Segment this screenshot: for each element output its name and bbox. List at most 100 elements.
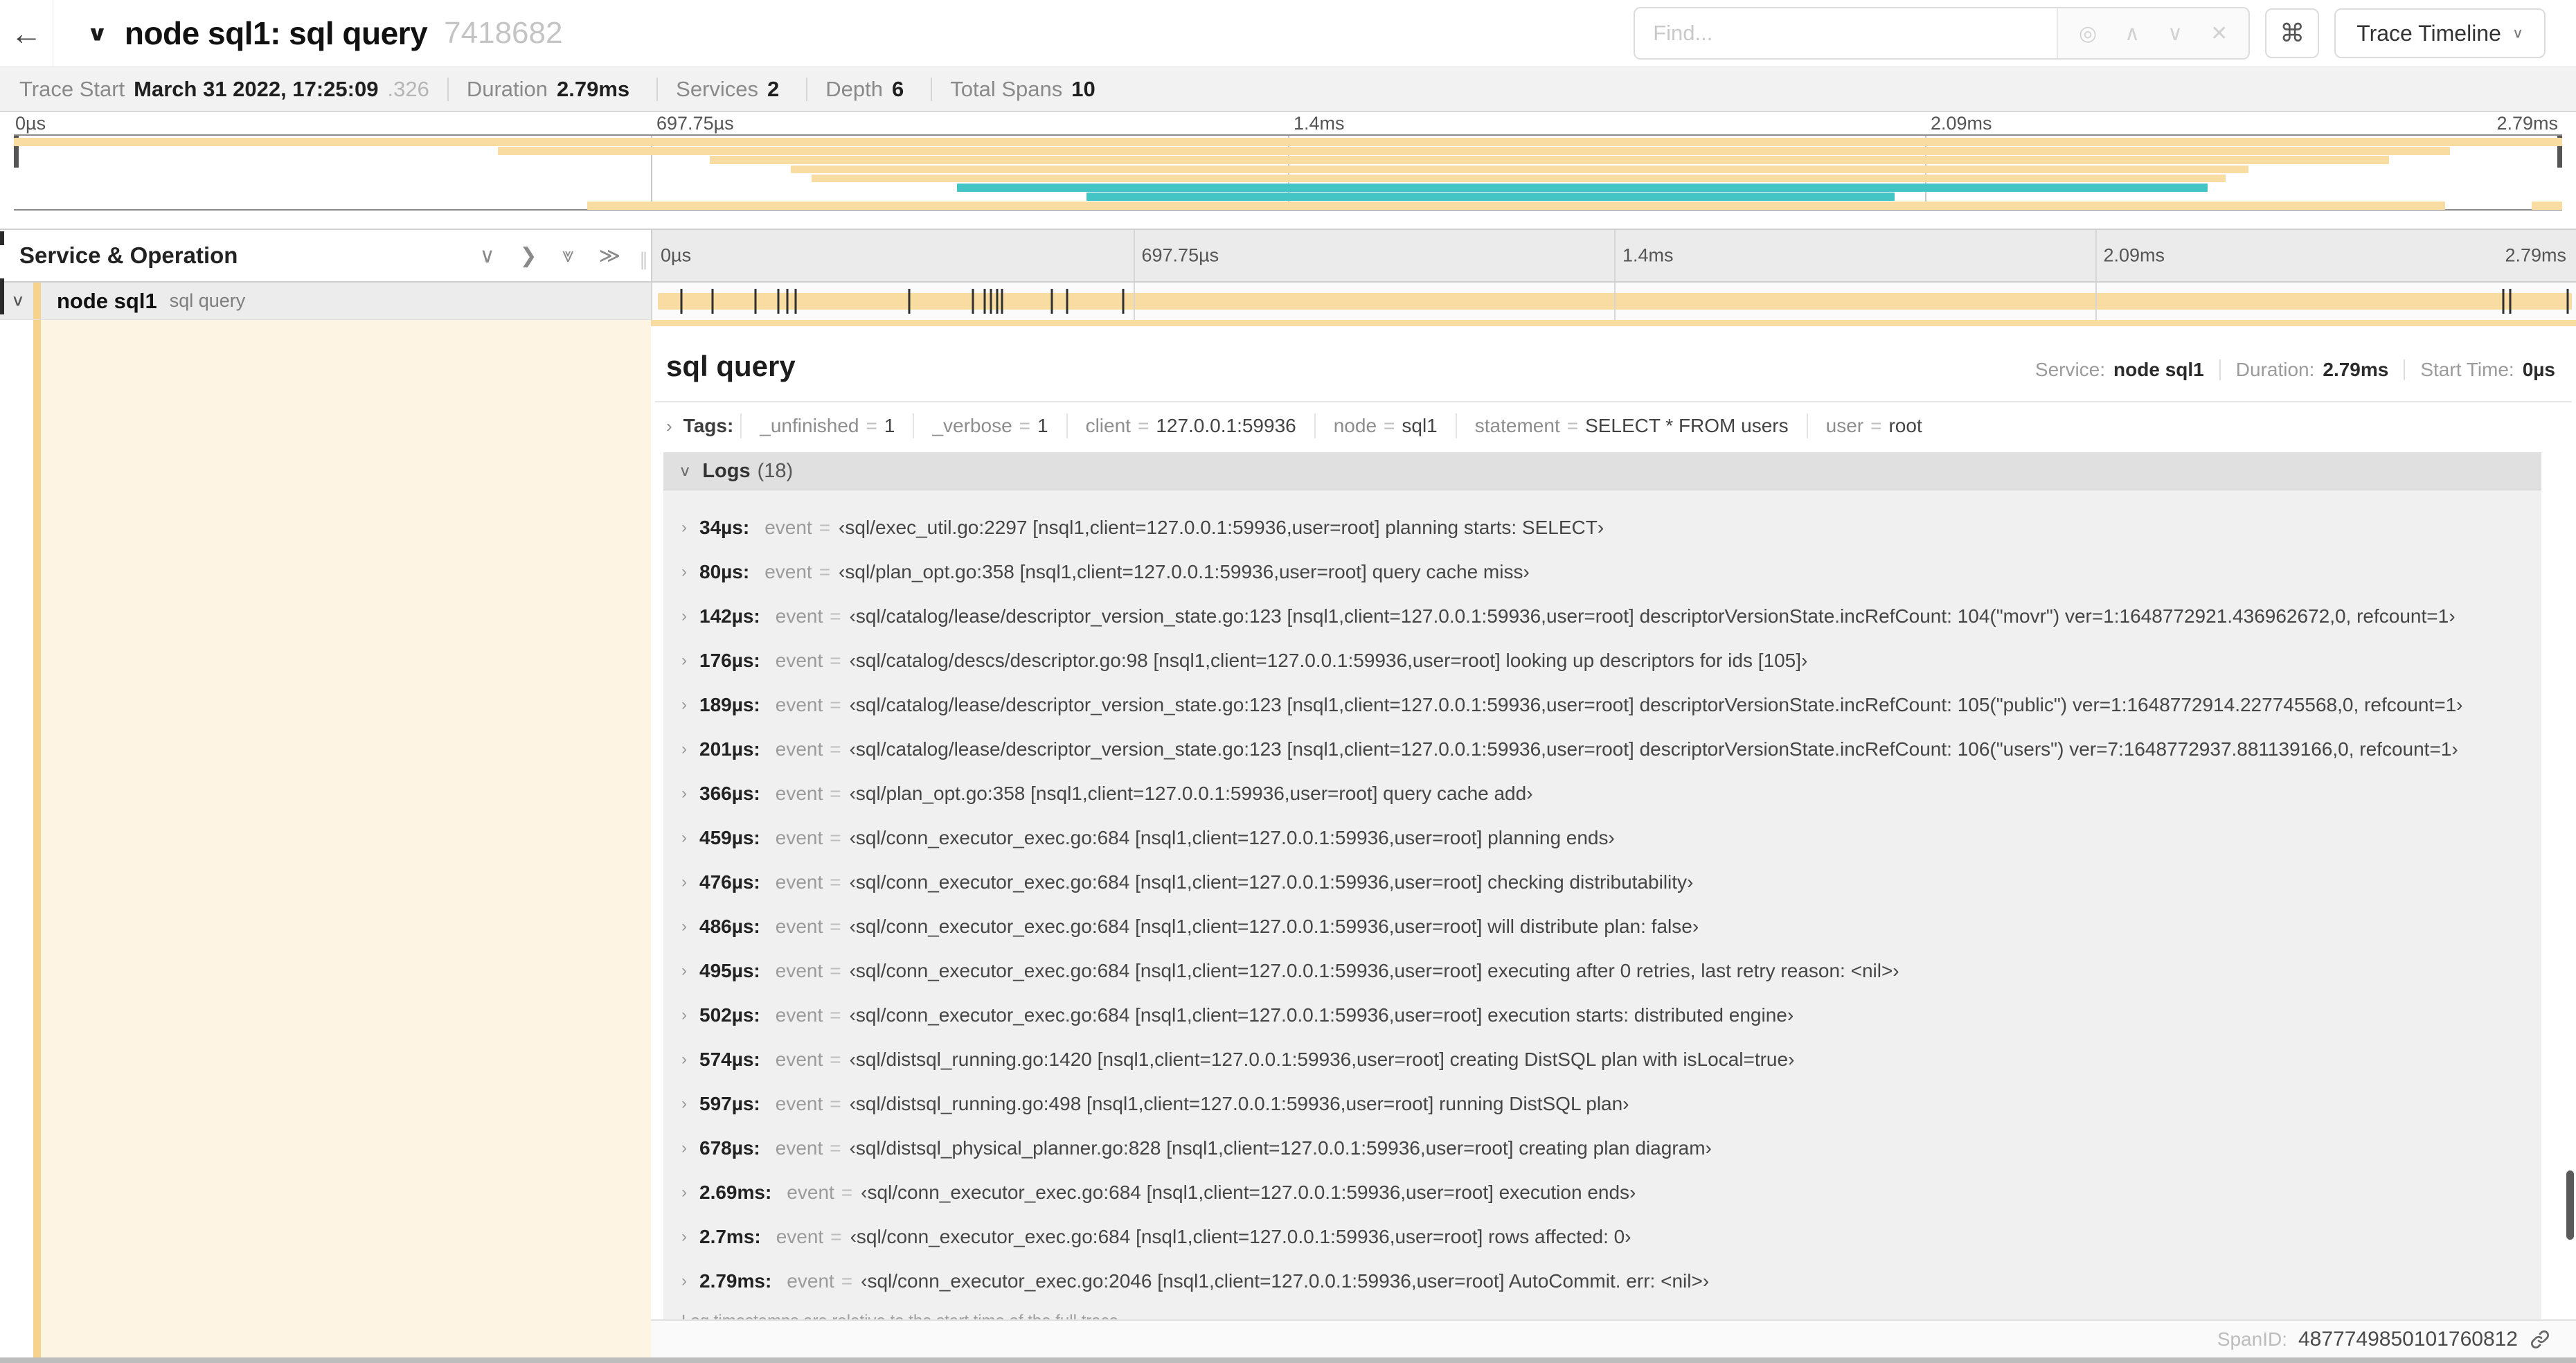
tag-key: client [1085, 415, 1131, 436]
log-event-marker[interactable] [1066, 289, 1068, 314]
link-icon[interactable] [2529, 1328, 2551, 1351]
collapse-control-icon[interactable]: ∨ [480, 244, 495, 268]
log-entry-row[interactable]: › 476µs: event = ‹sql/conn_executor_exec… [663, 860, 2541, 905]
log-event-marker[interactable] [680, 289, 683, 314]
collapse-control-icon[interactable]: ⩔ [562, 244, 574, 268]
tag-key: node [1333, 415, 1377, 436]
find-control-icon[interactable]: ∨ [2167, 21, 2183, 46]
find-control-icon[interactable]: ✕ [2210, 21, 2228, 46]
log-entry-row[interactable]: › 597µs: event = ‹sql/distsql_running.go… [663, 1082, 2541, 1126]
chevron-right-icon: › [666, 415, 672, 436]
log-entry-row[interactable]: › 80µs: event = ‹sql/plan_opt.go:358 [ns… [663, 550, 2541, 594]
logs-footnote: Log timestamps are relative to the start… [663, 1306, 2541, 1319]
log-event-marker[interactable] [2566, 289, 2569, 314]
log-entry-row[interactable]: › 2.7ms: event = ‹sql/conn_executor_exec… [663, 1215, 2541, 1259]
tags-section-toggle[interactable]: › Tags: _unfinished = 1 _verbose = 1 cli… [651, 402, 2576, 448]
summary-value: 2.79ms [557, 76, 630, 101]
left-scrollbar-mark[interactable] [0, 231, 4, 245]
span-operation-name: sql query [169, 290, 246, 311]
vertical-scrollbar-thumb[interactable] [2566, 1170, 2574, 1240]
log-timestamp: 80µs: [699, 561, 750, 582]
log-entry-row[interactable]: › 366µs: event = ‹sql/plan_opt.go:358 [n… [663, 772, 2541, 816]
trace-id: 7418682 [444, 16, 563, 50]
service-label: Service: [2034, 359, 2106, 380]
log-entry-row[interactable]: › 201µs: event = ‹sql/catalog/lease/desc… [663, 727, 2541, 772]
log-entry-row[interactable]: › 176µs: event = ‹sql/catalog/descs/desc… [663, 639, 2541, 683]
span-row[interactable]: ∨ node sql1 sql query [0, 283, 2576, 320]
log-event-marker[interactable] [983, 289, 986, 314]
log-entry-row[interactable]: › 34µs: event = ‹sql/exec_util.go:2297 [… [663, 506, 2541, 550]
log-event-marker[interactable] [996, 289, 999, 314]
view-selector-button[interactable]: Trace Timeline ∨ [2334, 8, 2546, 58]
column-resize-handle[interactable]: ∥ [639, 249, 648, 271]
log-message: ‹sql/conn_executor_exec.go:684 [nsql1,cl… [849, 827, 1615, 848]
collapse-trace-chevron-icon[interactable]: ∨ [87, 21, 108, 46]
log-entry-row[interactable]: › 486µs: event = ‹sql/conn_executor_exec… [663, 905, 2541, 949]
find-control-icon[interactable]: ∧ [2125, 21, 2140, 46]
minimap-span-bar [498, 147, 2451, 155]
summary-label: Total Spans [950, 76, 1063, 101]
log-field-name: event [775, 650, 823, 671]
chevron-right-icon: › [681, 607, 687, 625]
log-entry-row[interactable]: › 495µs: event = ‹sql/conn_executor_exec… [663, 949, 2541, 993]
log-field-name: event [775, 871, 823, 893]
summary-item: Duration 2.79ms [467, 77, 638, 102]
span-name-column[interactable]: ∨ node sql1 sql query [0, 283, 651, 320]
service-color-bar [33, 283, 41, 319]
log-event-marker[interactable] [777, 289, 780, 314]
tag-item: client = 127.0.0.1:59936 [1066, 413, 1314, 438]
log-message: ‹sql/conn_executor_exec.go:2046 [nsql1,c… [861, 1270, 1710, 1292]
log-entry-row[interactable]: › 2.69ms: event = ‹sql/conn_executor_exe… [663, 1170, 2541, 1215]
log-event-marker[interactable] [1122, 289, 1125, 314]
find-input[interactable] [1635, 8, 2057, 58]
log-timestamp: 2.69ms: [699, 1182, 772, 1203]
span-collapse-chevron-icon[interactable]: ∨ [11, 292, 25, 310]
summary-item: Services 2 [676, 77, 788, 102]
log-event-marker[interactable] [972, 289, 974, 314]
log-event-marker[interactable] [786, 289, 789, 314]
trace-summary-bar: Trace Start March 31 2022, 17:25:09 .326… [0, 67, 2576, 112]
log-event-marker[interactable] [711, 289, 714, 314]
log-event-marker[interactable] [754, 289, 757, 314]
log-event-marker[interactable] [2509, 289, 2512, 314]
log-timestamp: 176µs: [699, 650, 760, 671]
log-entry-row[interactable]: › 678µs: event = ‹sql/distsql_physical_p… [663, 1126, 2541, 1170]
duration-label: Duration: [2235, 359, 2315, 380]
collapse-control-icon[interactable]: ≫ [599, 244, 620, 268]
collapse-control-icon[interactable]: ❯ [520, 244, 537, 268]
chevron-right-icon: › [681, 695, 687, 714]
log-equals: = [830, 1004, 841, 1026]
log-entry-row[interactable]: › 502µs: event = ‹sql/conn_executor_exec… [663, 993, 2541, 1037]
back-button[interactable]: ← [0, 0, 53, 66]
left-scrollbar-mark[interactable] [0, 278, 4, 314]
tag-value: sql1 [1402, 415, 1438, 436]
tag-item: _verbose = 1 [913, 413, 1066, 438]
log-event-marker[interactable] [1001, 289, 1003, 314]
log-event-marker[interactable] [794, 289, 797, 314]
minimap-span-graph[interactable] [14, 134, 2562, 211]
keyboard-shortcuts-button[interactable]: ⌘ [2265, 8, 2320, 58]
log-message: ‹sql/distsql_physical_planner.go:828 [ns… [849, 1137, 1712, 1159]
log-message: ‹sql/conn_executor_exec.go:684 [nsql1,cl… [849, 1004, 1794, 1026]
tags-list: _unfinished = 1 _verbose = 1 client = 12… [740, 413, 1940, 438]
log-entry-row[interactable]: › 574µs: event = ‹sql/distsql_running.go… [663, 1037, 2541, 1082]
log-message: ‹sql/distsql_running.go:498 [nsql1,clien… [849, 1093, 1629, 1114]
minimap-span-bar [956, 184, 2208, 192]
log-event-marker[interactable] [908, 289, 911, 314]
log-event-marker[interactable] [1050, 289, 1053, 314]
log-equals: = [830, 916, 841, 937]
log-entry-row[interactable]: › 459µs: event = ‹sql/conn_executor_exec… [663, 816, 2541, 860]
log-entry-row[interactable]: › 189µs: event = ‹sql/catalog/lease/desc… [663, 683, 2541, 727]
log-equals: = [830, 783, 841, 804]
log-event-marker[interactable] [990, 289, 992, 314]
log-timestamp: 34µs: [699, 517, 750, 538]
minimap-ruler: 0µs 697.75µs 1.4ms 2.09ms 2.79ms [0, 113, 2576, 134]
find-control-icon[interactable]: ◎ [2079, 21, 2097, 46]
log-message: ‹sql/conn_executor_exec.go:684 [nsql1,cl… [861, 1182, 1636, 1203]
log-entry-row[interactable]: › 2.79ms: event = ‹sql/conn_executor_exe… [663, 1259, 2541, 1303]
logs-section-toggle[interactable]: ∨ Logs (18) [663, 452, 2541, 490]
ruler-tick-label: 0µs [661, 244, 692, 266]
log-entry-row[interactable]: › 142µs: event = ‹sql/catalog/lease/desc… [663, 594, 2541, 639]
log-event-marker[interactable] [2502, 289, 2505, 314]
span-bar-column[interactable] [651, 283, 2576, 320]
